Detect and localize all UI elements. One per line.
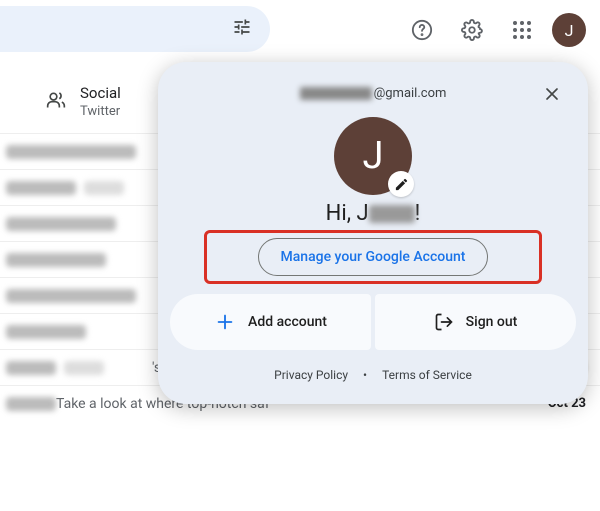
- close-button[interactable]: [534, 76, 570, 112]
- manage-account-button[interactable]: Manage your Google Account: [258, 238, 489, 276]
- settings-button[interactable]: [452, 10, 492, 50]
- help-button[interactable]: [402, 10, 442, 50]
- account-avatar-button[interactable]: J: [552, 13, 586, 47]
- search-bar-end[interactable]: [0, 6, 270, 52]
- greeting-text: Hi, J!: [166, 201, 580, 226]
- avatar-large: J: [334, 117, 412, 195]
- edit-avatar-button[interactable]: [388, 171, 414, 197]
- tab-subtitle: Twitter: [80, 104, 121, 119]
- popover-footer: Privacy Policy • Terms of Service: [166, 350, 580, 396]
- top-bar: J: [0, 0, 600, 60]
- privacy-link[interactable]: Privacy Policy: [270, 368, 352, 382]
- tune-icon[interactable]: [232, 17, 252, 41]
- apps-button[interactable]: [502, 10, 542, 50]
- account-email: @gmail.com: [300, 86, 447, 101]
- people-icon: [46, 90, 66, 114]
- add-account-button[interactable]: Add account: [170, 294, 371, 350]
- tab-title: Social: [80, 84, 121, 102]
- account-popover: @gmail.com J Hi, J! Manage your Google A…: [158, 62, 588, 404]
- sign-out-label: Sign out: [466, 314, 518, 330]
- separator-dot: •: [363, 368, 367, 382]
- terms-link[interactable]: Terms of Service: [378, 368, 476, 382]
- sign-out-button[interactable]: Sign out: [375, 294, 576, 350]
- add-account-label: Add account: [248, 314, 327, 330]
